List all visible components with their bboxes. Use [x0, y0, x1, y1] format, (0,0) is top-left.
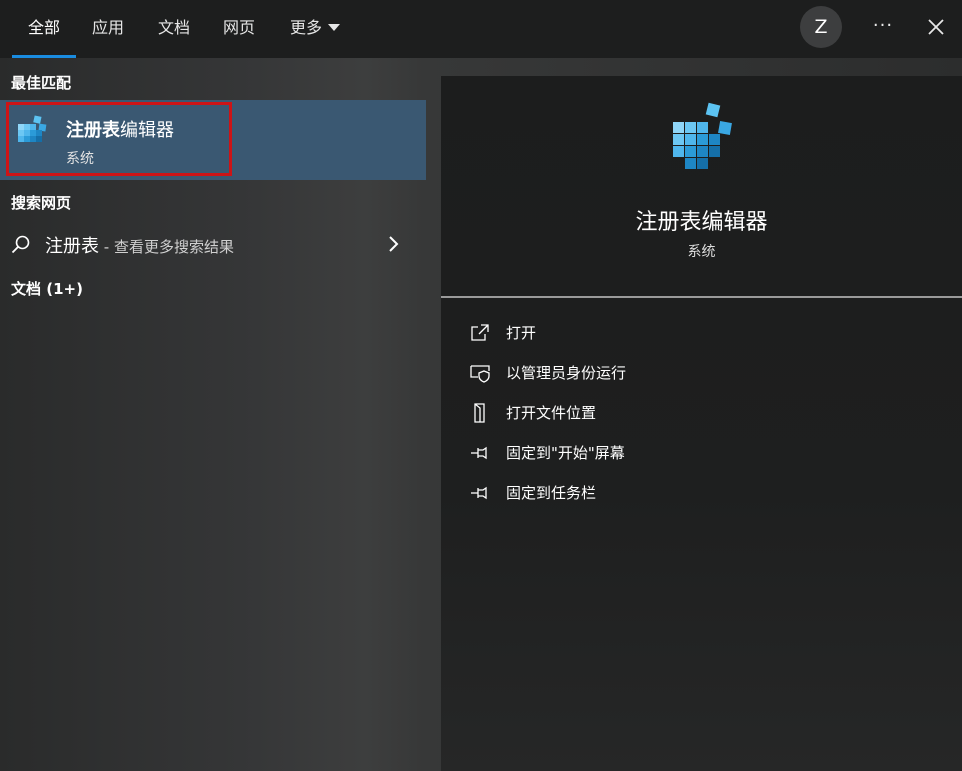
action-open-label: 打开 — [506, 324, 537, 342]
search-tabs-bar: 全部 应用 文档 网页 更多 Z ··· — [0, 0, 962, 58]
tab-all[interactable]: 全部 — [12, 0, 76, 58]
tab-apps-label: 应用 — [91, 18, 124, 37]
search-window: 全部 应用 文档 网页 更多 Z ··· 最佳匹配 注册表编辑器 系统 搜索网页… — [0, 0, 962, 771]
tab-apps[interactable]: 应用 — [80, 0, 136, 58]
action-pin-to-start[interactable]: 固定到"开始"屏幕 — [469, 440, 949, 466]
web-search-result[interactable]: 注册表 - 查看更多搜索结果 — [0, 224, 426, 264]
tab-all-label: 全部 — [27, 18, 60, 37]
user-avatar[interactable]: Z — [800, 6, 842, 48]
best-match-title: 注册表编辑器 — [66, 116, 174, 142]
best-match-title-bold: 注册表 — [66, 120, 120, 141]
web-search-hint: - 查看更多搜索结果 — [99, 238, 234, 256]
tab-web-label: 网页 — [222, 18, 255, 37]
pin-icon — [471, 486, 487, 500]
web-search-query: 注册表 - 查看更多搜索结果 — [45, 232, 234, 258]
shield-admin-icon — [470, 365, 490, 383]
best-match-heading: 最佳匹配 — [11, 74, 72, 92]
web-search-heading: 搜索网页 — [11, 194, 72, 212]
tab-web[interactable]: 网页 — [211, 0, 267, 58]
action-open-file-location-label: 打开文件位置 — [506, 404, 597, 422]
pin-icon — [471, 446, 487, 460]
tab-more-label: 更多 — [289, 18, 322, 37]
app-subtitle: 系统 — [687, 244, 716, 260]
divider — [441, 296, 962, 298]
action-open-file-location[interactable]: 打开文件位置 — [469, 400, 949, 426]
close-button[interactable] — [921, 12, 951, 42]
app-title: 注册表编辑器 — [635, 210, 768, 235]
caret-down-icon — [328, 24, 340, 31]
results-panel: 最佳匹配 注册表编辑器 系统 搜索网页 注册表 - 查看更多搜索结果 文档 (1… — [0, 58, 426, 771]
tab-documents-label: 文档 — [157, 18, 190, 37]
tab-more[interactable]: 更多 — [278, 0, 352, 58]
best-match-title-rest: 编辑器 — [120, 120, 174, 141]
action-pin-to-taskbar[interactable]: 固定到任务栏 — [469, 480, 949, 506]
more-options-icon[interactable]: ··· — [868, 12, 898, 42]
registry-editor-large-icon — [673, 102, 732, 169]
action-run-as-admin[interactable]: 以管理员身份运行 — [469, 360, 949, 386]
action-open[interactable]: 打开 — [469, 320, 949, 346]
action-pin-to-start-label: 固定到"开始"屏幕 — [506, 444, 625, 462]
registry-editor-icon — [18, 115, 47, 142]
tab-documents[interactable]: 文档 — [146, 0, 202, 58]
action-run-as-admin-label: 以管理员身份运行 — [506, 364, 627, 382]
close-icon — [928, 19, 944, 35]
chevron-right-icon[interactable] — [386, 234, 402, 254]
search-icon — [11, 235, 30, 254]
web-query-text: 注册表 — [45, 236, 99, 257]
file-location-icon — [474, 403, 485, 423]
open-icon — [471, 324, 489, 341]
best-match-subtitle: 系统 — [66, 151, 94, 167]
details-panel: 注册表编辑器 系统 打开 以管理员身份运行 打开文件位置 固定到"开始"屏幕 固… — [441, 76, 962, 771]
documents-heading[interactable]: 文档 (1+) — [11, 278, 83, 299]
action-pin-to-taskbar-label: 固定到任务栏 — [506, 484, 597, 502]
